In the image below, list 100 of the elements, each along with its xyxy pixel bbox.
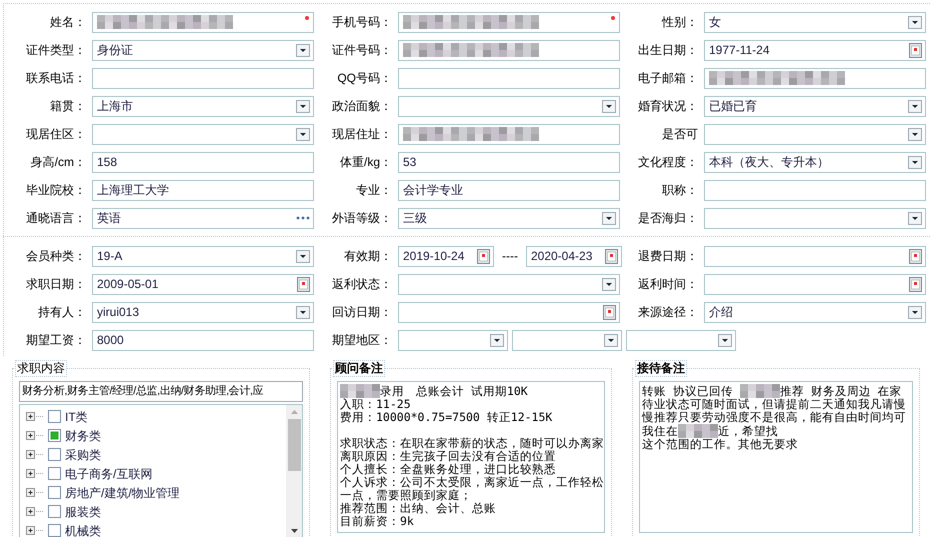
dropdown-field[interactable]: 身份证 bbox=[92, 40, 314, 60]
text-field[interactable]: 8000 bbox=[92, 330, 314, 350]
expand-icon[interactable] bbox=[26, 506, 44, 517]
expand-icon[interactable] bbox=[26, 487, 44, 498]
text-field[interactable]: 会计学专业 bbox=[398, 180, 620, 200]
scrollbar-thumb[interactable] bbox=[288, 419, 300, 471]
calendar-icon[interactable] bbox=[604, 248, 618, 264]
dropdown-field[interactable]: 女 bbox=[704, 12, 926, 32]
dropdown-field[interactable]: 上海市 bbox=[92, 96, 314, 116]
text-field[interactable]: 53 bbox=[398, 152, 620, 172]
field-label: QQ号码： bbox=[336, 70, 393, 87]
date-field[interactable] bbox=[704, 246, 926, 266]
dropdown-field[interactable]: 介绍 bbox=[704, 302, 926, 322]
calendar-icon[interactable] bbox=[909, 248, 922, 264]
calendar-icon[interactable] bbox=[909, 42, 922, 58]
tree-item-label[interactable]: 电子商务/互联网 bbox=[65, 464, 152, 482]
field-label: 姓名： bbox=[49, 14, 87, 31]
field-label: 文化程度： bbox=[637, 154, 699, 171]
tree-item-label[interactable]: 采购类 bbox=[65, 446, 101, 464]
field-label: 退费日期： bbox=[637, 248, 699, 265]
panel-legend: 求职内容 bbox=[15, 360, 67, 377]
dropdown-field[interactable]: 19-A bbox=[92, 246, 314, 266]
note-line: 个人擅长：全盘账务处理，进口比较熟悉 bbox=[340, 463, 557, 476]
field-label: 返利时间： bbox=[637, 276, 699, 293]
text-field[interactable] bbox=[398, 124, 620, 144]
expand-icon[interactable] bbox=[26, 525, 44, 536]
checkbox[interactable] bbox=[48, 429, 61, 442]
field-label: 毕业院校： bbox=[25, 182, 87, 199]
checkbox[interactable] bbox=[48, 410, 61, 423]
dropdown-field[interactable]: 三级 bbox=[398, 208, 620, 228]
note-text: 转账 协议已回传 bbox=[642, 384, 734, 398]
field-label: 证件号码： bbox=[331, 42, 393, 59]
field-label: 现居住区： bbox=[25, 126, 87, 143]
checkbox[interactable] bbox=[48, 486, 61, 499]
dropdown-field[interactable] bbox=[626, 330, 736, 350]
expand-icon[interactable] bbox=[26, 468, 44, 479]
date-field[interactable] bbox=[704, 274, 926, 294]
note-line: 费用：10000*0.75=7500 转正12-15K bbox=[340, 411, 554, 424]
notes-field[interactable]: 录用 总账会计 试用期10K 入职：11-25 费用：10000*0.75=7500 转正12-15K 求职状态：在职在家带薪的状态，随时可以办离家 离职原因：生完孩子回去没有合适的位置 个人擅长：全盘账务处理，进口比较熟悉 个人诉求：公司不太受限，离家近一点，工作轻松 一点，需要照顾到家庭； 推荐范围：出纳、会计、总账 目前薪资：9k bbox=[337, 381, 605, 533]
dropdown-field[interactable] bbox=[512, 330, 622, 350]
text-field[interactable] bbox=[398, 40, 620, 60]
text-field[interactable] bbox=[92, 12, 314, 32]
dropdown-field[interactable] bbox=[704, 208, 926, 228]
expand-icon[interactable] bbox=[26, 449, 44, 460]
note-text: 录用 总账会计 试用期10K bbox=[380, 384, 528, 398]
dropdown-field[interactable] bbox=[398, 330, 508, 350]
note-line: 目前薪资：9k bbox=[340, 515, 415, 528]
ellipsis-icon[interactable] bbox=[296, 215, 310, 221]
text-field[interactable] bbox=[398, 68, 620, 88]
field-label: 持有人： bbox=[37, 304, 87, 321]
text-field[interactable] bbox=[92, 68, 314, 88]
dropdown-field[interactable] bbox=[398, 274, 620, 294]
dropdown-field[interactable] bbox=[704, 124, 926, 144]
note-text: 近，希望找 bbox=[718, 424, 778, 438]
checkbox[interactable] bbox=[48, 448, 61, 461]
dropdown-field[interactable]: 已婚已育 bbox=[704, 96, 926, 116]
field-label: 电子邮箱： bbox=[637, 70, 699, 87]
dropdown-field[interactable]: yirui013 bbox=[92, 302, 314, 322]
date-field[interactable]: 2019-10-24 bbox=[398, 246, 494, 266]
dropdown-field[interactable] bbox=[398, 96, 620, 116]
field-label: 婚育状况： bbox=[637, 98, 699, 115]
text-field[interactable] bbox=[704, 68, 926, 88]
calendar-icon[interactable] bbox=[297, 276, 310, 292]
dropdown-field[interactable] bbox=[92, 124, 314, 144]
dropdown-field[interactable]: 本科（夜大、专升本） bbox=[704, 152, 926, 172]
field-label: 会员种类： bbox=[25, 248, 87, 265]
date-field[interactable]: 2009-05-01 bbox=[92, 274, 314, 294]
tree-item-label[interactable]: 财务类 bbox=[65, 426, 101, 444]
date-field[interactable]: 1977-11-24 bbox=[704, 40, 926, 60]
expand-icon[interactable] bbox=[26, 430, 44, 441]
calendar-icon[interactable] bbox=[477, 248, 490, 264]
date-field[interactable]: 2020-04-23 bbox=[526, 246, 622, 266]
date-field[interactable] bbox=[398, 302, 620, 322]
range-separator: ---- bbox=[501, 248, 519, 265]
calendar-icon[interactable] bbox=[603, 304, 616, 320]
notes-field[interactable]: 转账 协议已回传 推荐 财务及周边 在家 待业状态可随时面试，但请提前二天通知我凡请慢 慢推荐只要劳动强度不是很高，能有自由时间均可 我住在 近，希望找 这个范围的工作。其他无要求 bbox=[639, 381, 913, 533]
text-field[interactable] bbox=[704, 180, 926, 200]
note-line: 一点，需要照顾到家庭； bbox=[340, 489, 473, 502]
tree-item-label[interactable]: 机械类 bbox=[65, 522, 101, 537]
note-line: 个人诉求：公司不太受限，离家近一点，工作轻松 bbox=[340, 476, 602, 489]
field-label: 体重/kg： bbox=[338, 154, 393, 171]
checkbox[interactable] bbox=[48, 467, 61, 480]
note-line: 入职：11-25 bbox=[340, 398, 412, 411]
checkbox[interactable] bbox=[48, 505, 61, 518]
expand-icon[interactable] bbox=[26, 411, 44, 422]
note-text: 我住在 bbox=[642, 424, 678, 438]
summary-field[interactable]: 财务分析,财务主管/经理/总监,出纳/财务助理,会计,应 bbox=[19, 381, 303, 402]
note-line: 推荐范围：出纳、会计、总账 bbox=[340, 502, 497, 515]
tree-item-label[interactable]: 房地产/建筑/物业管理 bbox=[65, 484, 180, 502]
tree-item-label[interactable]: 服装类 bbox=[65, 502, 101, 520]
lookup-field[interactable]: 英语 bbox=[92, 208, 314, 228]
field-label: 身高/cm： bbox=[30, 154, 87, 171]
scrollbar[interactable] bbox=[286, 405, 302, 537]
text-field[interactable]: 上海理工大学 bbox=[92, 180, 314, 200]
calendar-icon[interactable] bbox=[909, 276, 922, 292]
checkbox[interactable] bbox=[48, 524, 61, 537]
tree-item-label[interactable]: IT类 bbox=[65, 408, 88, 426]
field-label: 证件类型： bbox=[25, 42, 87, 59]
text-field[interactable]: 158 bbox=[92, 152, 314, 172]
text-field[interactable] bbox=[398, 12, 620, 32]
